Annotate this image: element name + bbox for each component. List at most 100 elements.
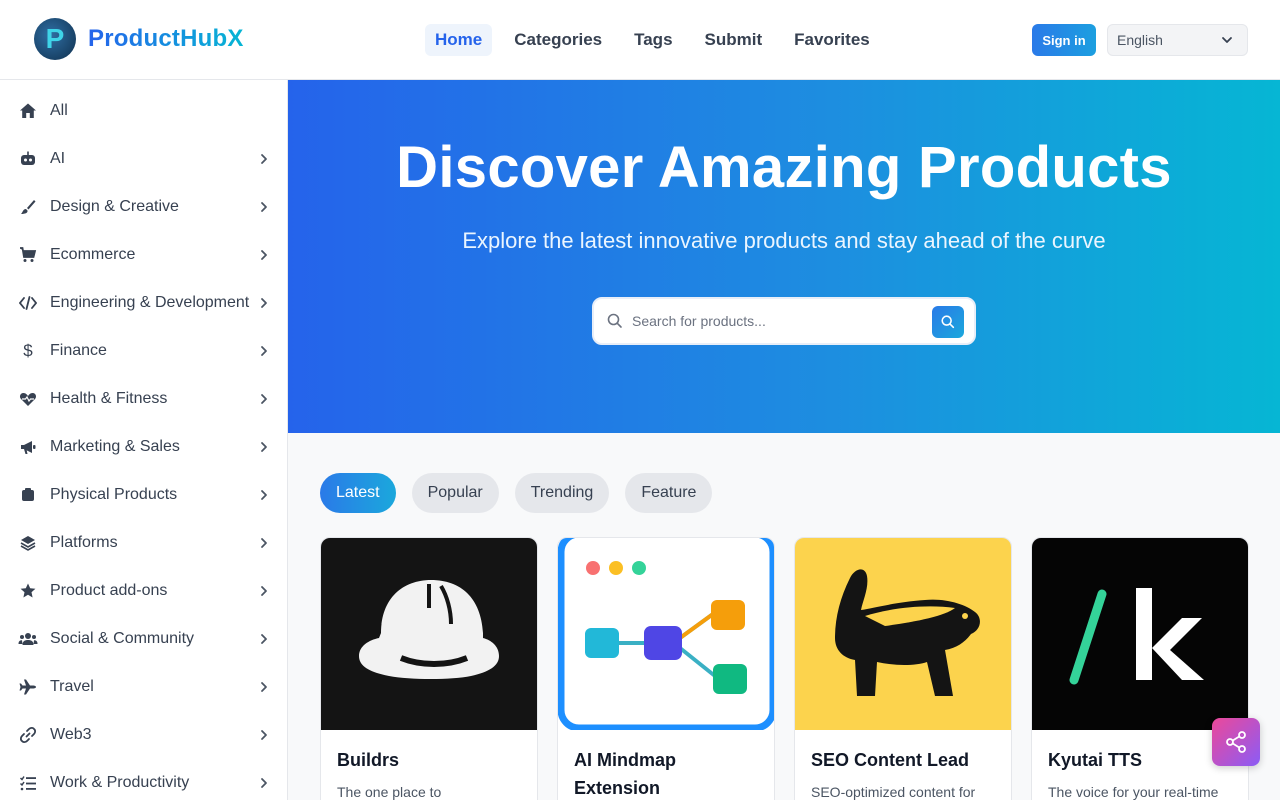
sidebar-item-label: Platforms bbox=[50, 534, 118, 551]
sidebar-item-label: AI bbox=[50, 150, 66, 167]
product-description: The voice for your real-time bbox=[1048, 784, 1219, 800]
sidebar-item-travel[interactable]: Travel bbox=[0, 663, 288, 711]
sidebar-item-design-creative[interactable]: Design & Creative bbox=[0, 183, 288, 231]
chevron-right-icon bbox=[261, 538, 267, 548]
home-icon bbox=[18, 101, 38, 121]
sidebar-item-physical-products[interactable]: Physical Products bbox=[0, 471, 288, 519]
product-card-ai-mindmap-extension[interactable]: AI Mindmap Extension bbox=[557, 537, 775, 800]
sidebar-item-all[interactable]: All bbox=[0, 87, 288, 135]
product-description: The one place to bbox=[337, 784, 442, 800]
category-sidebar: All AI Design & Creative Ecommerce Engin… bbox=[0, 80, 288, 800]
product-title[interactable]: Buildrs bbox=[337, 746, 527, 774]
sidebar-item-finance[interactable]: $ Finance bbox=[0, 327, 288, 375]
nav-home[interactable]: Home bbox=[425, 24, 493, 56]
sidebar-item-health-fitness[interactable]: Health & Fitness bbox=[0, 375, 288, 423]
share-icon bbox=[1226, 731, 1246, 753]
tab-popular[interactable]: Popular bbox=[411, 473, 499, 513]
tab-latest[interactable]: Latest bbox=[320, 473, 396, 513]
search-input[interactable] bbox=[632, 313, 922, 329]
chevron-right-icon bbox=[261, 634, 267, 644]
sidebar-item-marketing-sales[interactable]: Marketing & Sales bbox=[0, 423, 288, 471]
search-icon bbox=[941, 315, 955, 329]
product-search bbox=[592, 297, 976, 345]
chevron-right-icon bbox=[261, 346, 267, 356]
app-name: ProductHubX bbox=[88, 25, 244, 52]
logo-icon: P bbox=[34, 18, 76, 60]
nav-categories[interactable]: Categories bbox=[504, 24, 612, 56]
product-image bbox=[321, 538, 537, 730]
product-title[interactable]: SEO Content Lead bbox=[811, 746, 1001, 774]
sidebar-item-label: Ecommerce bbox=[50, 246, 136, 263]
nav-submit[interactable]: Submit bbox=[695, 24, 773, 56]
product-card-buildrs[interactable]: Buildrs The one place to bbox=[320, 537, 538, 800]
product-image bbox=[1032, 538, 1248, 730]
users-icon bbox=[18, 629, 38, 649]
sidebar-item-label: Social & Community bbox=[50, 630, 195, 647]
star-icon bbox=[18, 581, 38, 601]
sidebar-item-label: All bbox=[50, 102, 68, 119]
robot-icon bbox=[18, 149, 38, 169]
chevron-down-icon bbox=[1222, 37, 1232, 43]
sidebar-item-work-productivity[interactable]: Work & Productivity bbox=[0, 759, 288, 800]
sidebar-item-web3[interactable]: Web3 bbox=[0, 711, 288, 759]
chevron-right-icon bbox=[261, 298, 267, 308]
plane-icon bbox=[18, 677, 38, 697]
product-card-seo-content-lead[interactable]: SEO Content Lead SEO-optimized content f… bbox=[794, 537, 1012, 800]
heartbeat-icon bbox=[18, 389, 38, 409]
chevron-right-icon bbox=[261, 682, 267, 692]
search-icon bbox=[607, 313, 622, 328]
sidebar-item-social-community[interactable]: Social & Community bbox=[0, 615, 288, 663]
tab-trending[interactable]: Trending bbox=[514, 473, 610, 513]
megaphone-icon bbox=[18, 437, 38, 457]
hero-subtitle: Explore the latest innovative products a… bbox=[462, 228, 1106, 253]
code-icon bbox=[18, 293, 38, 313]
sidebar-item-label: Engineering & Development bbox=[50, 294, 250, 311]
language-value: English bbox=[1117, 32, 1163, 48]
nav-tags[interactable]: Tags bbox=[624, 24, 682, 56]
chevron-right-icon bbox=[261, 442, 267, 452]
main-nav: Home Categories Tags Submit Favorites bbox=[425, 24, 880, 56]
language-select[interactable]: English bbox=[1107, 24, 1248, 56]
sidebar-item-engineering-development[interactable]: Engineering & Development bbox=[0, 279, 288, 327]
chevron-right-icon bbox=[261, 202, 267, 212]
top-header: P ProductHubX Home Categories Tags Submi… bbox=[0, 0, 1280, 80]
nav-favorites[interactable]: Favorites bbox=[784, 24, 880, 56]
sign-in-button[interactable]: Sign in bbox=[1032, 24, 1096, 56]
product-image bbox=[795, 538, 1011, 730]
app-logo[interactable]: P ProductHubX bbox=[34, 18, 244, 60]
sidebar-item-label: Product add-ons bbox=[50, 582, 168, 599]
chevron-right-icon bbox=[261, 394, 267, 404]
sidebar-item-label: Work & Productivity bbox=[50, 774, 190, 791]
sidebar-item-platforms[interactable]: Platforms bbox=[0, 519, 288, 567]
sidebar-item-label: Health & Fitness bbox=[50, 390, 168, 407]
share-button[interactable] bbox=[1212, 718, 1260, 766]
hero-banner: Discover Amazing Products Explore the la… bbox=[288, 80, 1280, 433]
sidebar-item-label: Marketing & Sales bbox=[50, 438, 180, 455]
tab-feature[interactable]: Feature bbox=[625, 473, 713, 513]
sidebar-item-label: Physical Products bbox=[50, 486, 178, 503]
dollar-icon: $ bbox=[23, 341, 33, 360]
box-icon bbox=[18, 485, 38, 505]
sidebar-item-ecommerce[interactable]: Ecommerce bbox=[0, 231, 288, 279]
chevron-right-icon bbox=[261, 250, 267, 260]
hero-title: Discover Amazing Products bbox=[396, 135, 1172, 200]
cart-icon bbox=[18, 245, 38, 265]
search-button[interactable] bbox=[932, 306, 964, 338]
product-description: SEO-optimized content for bbox=[811, 784, 976, 800]
sidebar-item-product-add-ons[interactable]: Product add-ons bbox=[0, 567, 288, 615]
sidebar-item-label: Design & Creative bbox=[50, 198, 179, 215]
list-icon bbox=[18, 773, 38, 793]
sidebar-item-label: Finance bbox=[50, 342, 107, 359]
product-title[interactable]: AI Mindmap Extension bbox=[574, 746, 764, 800]
product-image bbox=[558, 538, 774, 730]
chevron-right-icon bbox=[261, 490, 267, 500]
chevron-right-icon bbox=[261, 730, 267, 740]
chevron-right-icon bbox=[261, 586, 267, 596]
link-icon bbox=[18, 725, 38, 745]
sidebar-item-label: Web3 bbox=[50, 726, 92, 743]
sort-tabs: Latest Popular Trending Feature bbox=[320, 473, 713, 513]
sidebar-item-ai[interactable]: AI bbox=[0, 135, 288, 183]
product-title[interactable]: Kyutai TTS bbox=[1048, 746, 1238, 774]
brush-icon bbox=[18, 197, 38, 217]
chevron-right-icon bbox=[261, 154, 267, 164]
